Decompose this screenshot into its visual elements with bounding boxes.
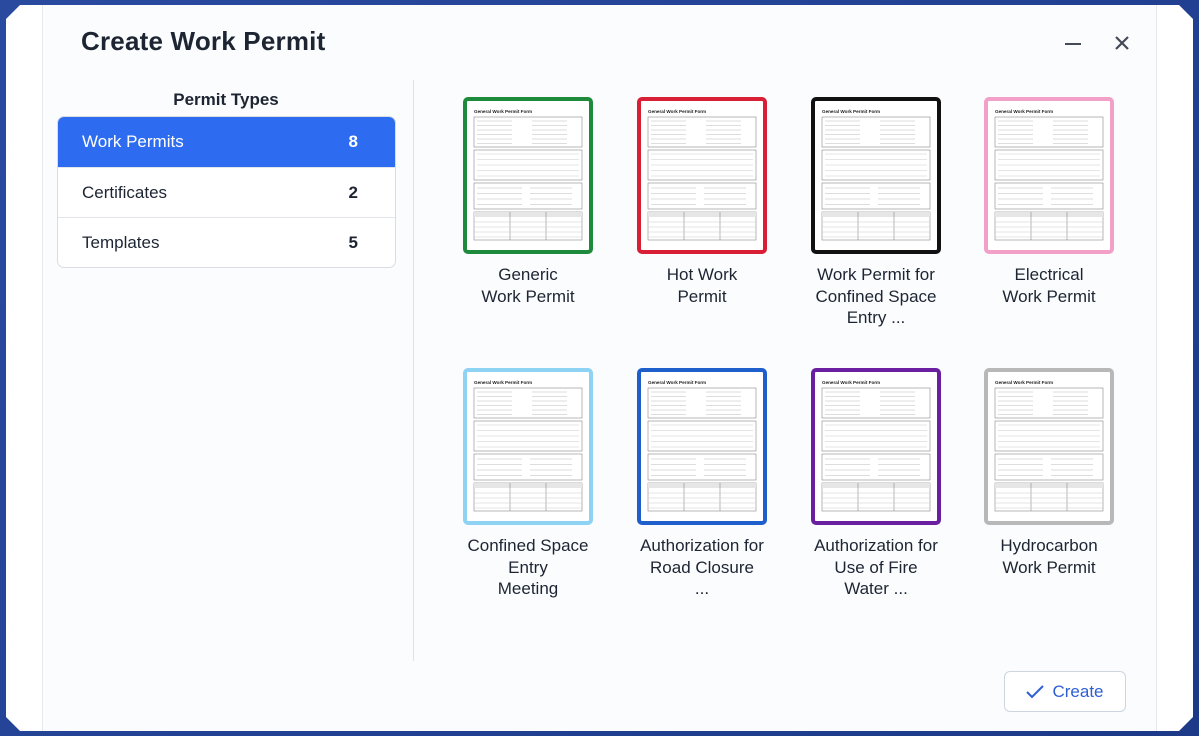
- svg-text:General Work Permit Form: General Work Permit Form: [648, 380, 706, 385]
- permit-thumbnail: General Work Permit Form: [811, 97, 941, 254]
- permit-types-list: Work Permits 8 Certificates 2 Templates …: [57, 116, 396, 268]
- form-preview-icon: General Work Permit Form: [994, 380, 1104, 512]
- dialog-title: Create Work Permit: [81, 26, 326, 56]
- permit-thumbnail: General Work Permit Form: [984, 97, 1114, 254]
- permit-card-generic-work-permit[interactable]: General Work Permit Form Generic Work Per…: [443, 97, 613, 307]
- sidebar-item-count: 2: [348, 182, 358, 202]
- sidebar-item-label: Certificates: [82, 182, 168, 202]
- sidebar-item-label: Work Permits: [82, 132, 184, 151]
- create-button[interactable]: Create: [1004, 671, 1126, 712]
- form-preview-icon: General Work Permit Form: [821, 109, 931, 241]
- sidebar-item-certificates[interactable]: Certificates 2: [58, 167, 395, 217]
- permit-card-label: Electrical Work Permit: [1002, 265, 1096, 306]
- svg-text:General Work Permit Form: General Work Permit Form: [995, 109, 1053, 114]
- close-icon: [1115, 36, 1129, 50]
- permit-thumbnail: General Work Permit Form: [637, 97, 767, 254]
- permit-thumbnail: General Work Permit Form: [811, 368, 941, 525]
- svg-text:General Work Permit Form: General Work Permit Form: [822, 380, 880, 385]
- form-preview-icon: General Work Permit Form: [647, 109, 757, 241]
- permit-card-road-closure[interactable]: General Work Permit Form Authorization f…: [617, 368, 787, 600]
- sidebar-item-count: 5: [348, 232, 358, 252]
- permit-card-label: Generic Work Permit: [481, 265, 575, 306]
- panel-divider: [413, 80, 414, 661]
- form-preview-icon: General Work Permit Form: [821, 380, 931, 512]
- permit-card-fire-water[interactable]: General Work Permit Form Authorization f…: [791, 368, 961, 600]
- permit-card-label: Hot Work Permit: [666, 265, 738, 306]
- minimize-button[interactable]: [1058, 28, 1088, 58]
- permit-card-hydrocarbon-work-permit[interactable]: General Work Permit Form Hydrocarbon Work…: [964, 368, 1134, 578]
- permit-thumbnail: General Work Permit Form: [463, 368, 593, 525]
- permit-thumbnail: General Work Permit Form: [984, 368, 1114, 525]
- form-preview-icon: General Work Permit Form: [994, 109, 1104, 241]
- permit-thumbnail: General Work Permit Form: [637, 368, 767, 525]
- permit-card-confined-space-entry[interactable]: General Work Permit Form Work Permit for…: [791, 97, 961, 329]
- permit-card-electrical-work-permit[interactable]: General Work Permit Form Electrical Work …: [964, 97, 1134, 307]
- permit-card-label: Authorization for Use of Fire Water ...: [814, 536, 938, 598]
- svg-text:General Work Permit Form: General Work Permit Form: [474, 109, 532, 114]
- permit-types-heading: Permit Types: [173, 90, 279, 109]
- minimize-icon: [1065, 43, 1081, 45]
- permit-card-hot-work-permit[interactable]: General Work Permit Form Hot Work Permit: [617, 97, 787, 307]
- create-button-label: Create: [1052, 681, 1104, 701]
- svg-text:General Work Permit Form: General Work Permit Form: [474, 380, 532, 385]
- close-button[interactable]: [1107, 28, 1137, 58]
- svg-text:General Work Permit Form: General Work Permit Form: [648, 109, 706, 114]
- sidebar-item-label: Templates: [82, 232, 160, 252]
- permit-thumbnail: General Work Permit Form: [463, 97, 593, 254]
- form-preview-icon: General Work Permit Form: [647, 380, 757, 512]
- form-preview-icon: General Work Permit Form: [473, 380, 583, 512]
- permit-card-label: Confined Space Entry Meeting: [467, 536, 589, 598]
- permit-card-label: Work Permit for Confined Space Entry ...: [815, 265, 937, 327]
- permit-card-confined-space-entry-meeting[interactable]: General Work Permit Form Confined Space E…: [443, 368, 613, 600]
- form-preview-icon: General Work Permit Form: [473, 109, 583, 241]
- check-icon: [1026, 684, 1045, 698]
- sidebar-item-templates[interactable]: Templates 5: [58, 217, 395, 267]
- sidebar-item-count: 8: [348, 132, 358, 151]
- sidebar-item-work-permits[interactable]: Work Permits 8: [58, 117, 395, 167]
- svg-text:General Work Permit Form: General Work Permit Form: [995, 380, 1053, 385]
- permit-card-label: Hydrocarbon Work Permit: [1000, 536, 1098, 577]
- permit-card-label: Authorization for Road Closure...: [640, 536, 764, 598]
- svg-text:General Work Permit Form: General Work Permit Form: [822, 109, 880, 114]
